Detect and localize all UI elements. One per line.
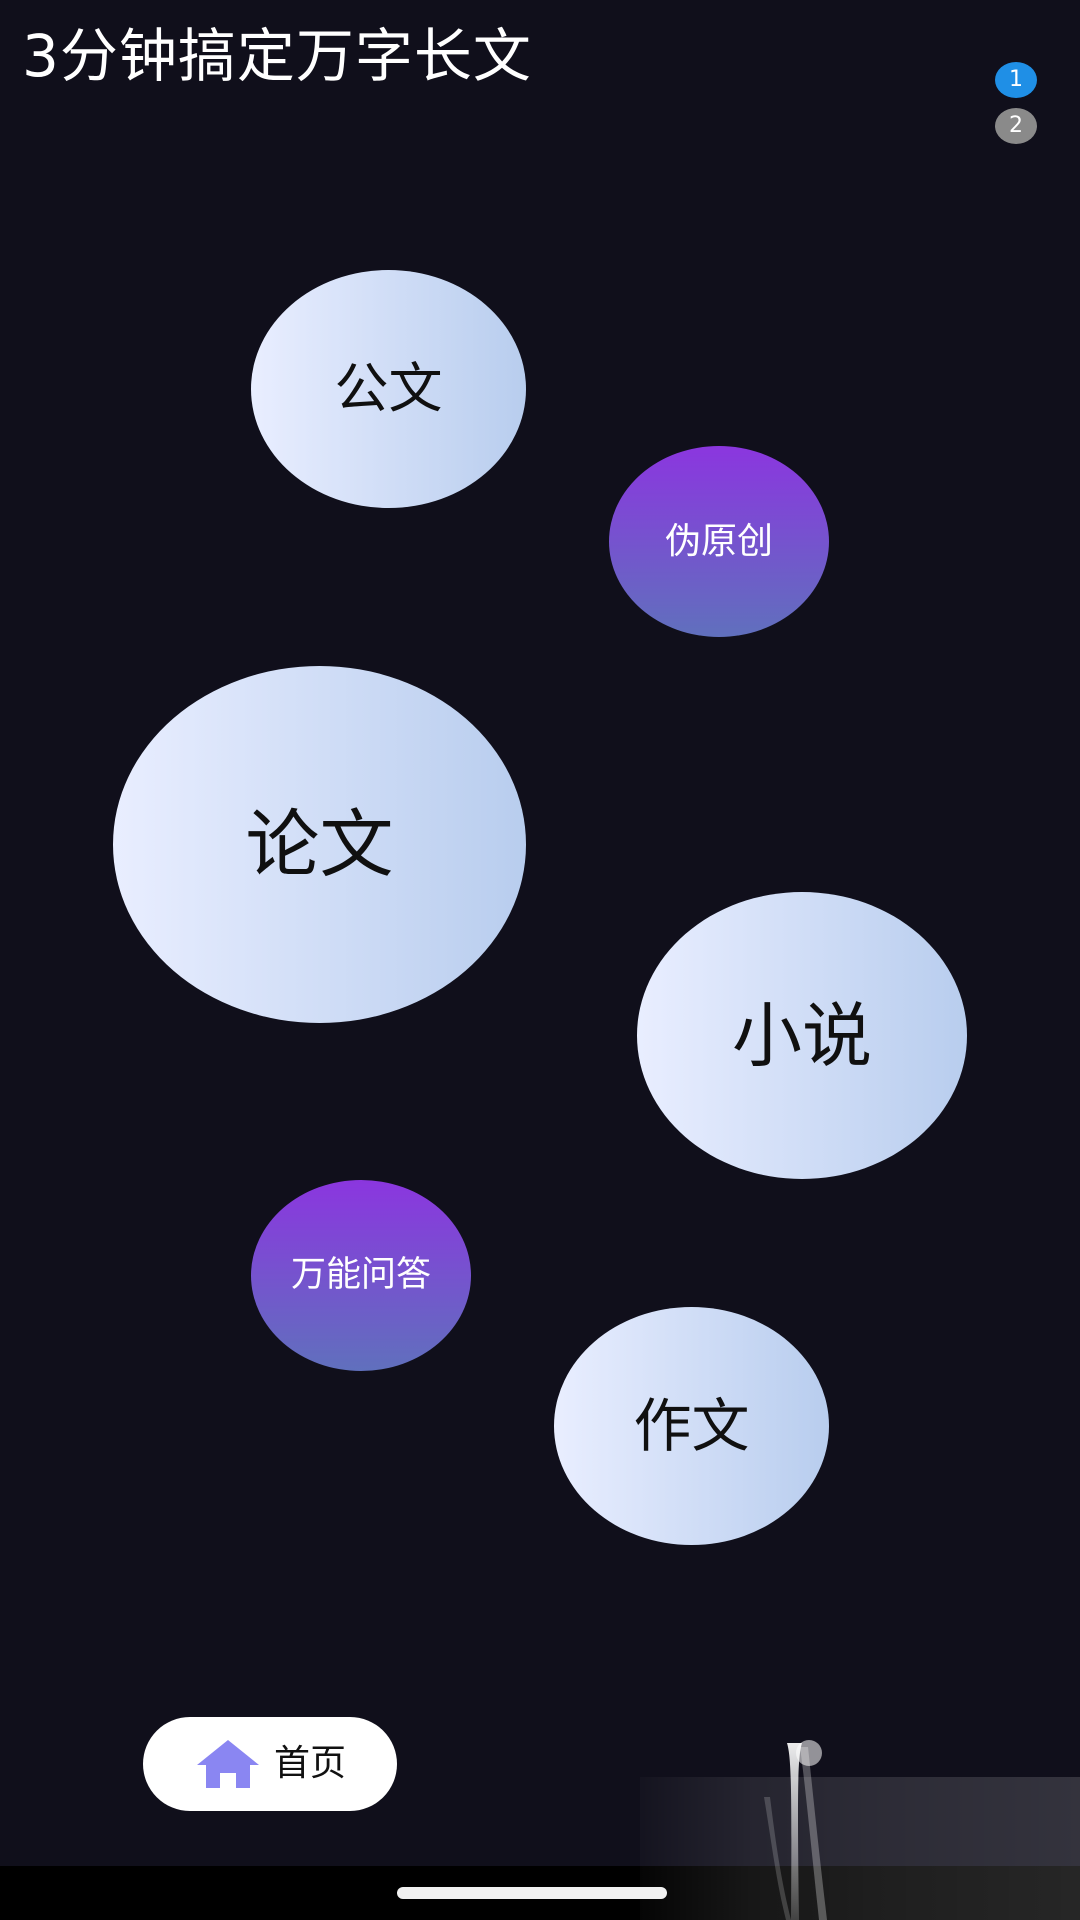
page-dot-2[interactable]: 2 [995, 108, 1037, 144]
bubble-weiyuanchuang[interactable]: 伪原创 [609, 446, 829, 637]
bubble-label-wanneng-wenda: 万能问答 [290, 1255, 431, 1295]
home-button-label: 首页 [273, 1743, 346, 1784]
bubble-label-weiyuanchuang: 伪原创 [664, 520, 773, 562]
app-screen: 3分钟搞定万字长文 1 2 公文 伪原创 论文 小说 万能问答 作文 首页 [0, 0, 1080, 1920]
bubble-gongwen[interactable]: 公文 [251, 270, 526, 508]
gesture-handle[interactable] [397, 1887, 667, 1899]
bubble-zuowen[interactable]: 作文 [554, 1307, 829, 1545]
home-icon [196, 1740, 259, 1788]
bubble-label-zuowen: 作文 [633, 1392, 750, 1460]
page-indicator: 1 2 [995, 62, 1037, 146]
bubble-lunwen[interactable]: 论文 [113, 666, 526, 1023]
home-button[interactable]: 首页 [143, 1717, 397, 1811]
page-dot-1[interactable]: 1 [995, 62, 1037, 98]
page-title: 3分钟搞定万字长文 [22, 22, 532, 90]
bubble-label-xiaoshuo: 小说 [732, 994, 872, 1077]
bubble-wanneng-wenda[interactable]: 万能问答 [251, 1180, 471, 1371]
bubble-label-lunwen: 论文 [245, 801, 394, 888]
bubble-xiaoshuo[interactable]: 小说 [637, 892, 967, 1179]
bubble-label-gongwen: 公文 [334, 357, 443, 420]
